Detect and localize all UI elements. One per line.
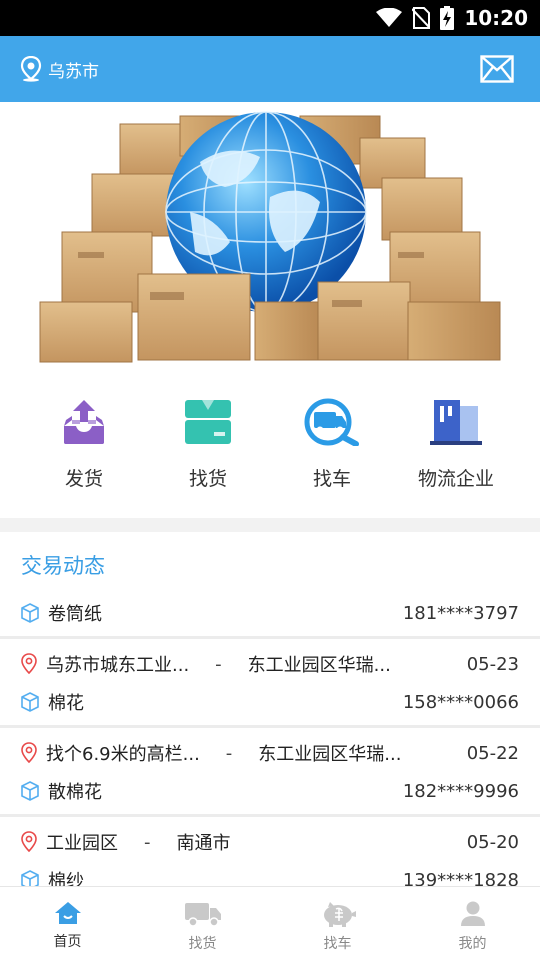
trade-goods-row[interactable]: 卷筒纸 181****3797 [0,594,540,632]
row-divider [0,725,540,728]
trade-goods-row[interactable]: 散棉花 182****9996 [0,772,540,810]
tab-profile[interactable]: 我的 [405,887,540,960]
tab-profile-label: 我的 [458,936,487,952]
map-pin-icon [21,653,37,675]
route-origin: 乌苏市城东工业... [46,655,190,676]
piggy-bank-icon [323,902,356,927]
row-divider [0,636,540,639]
tab-find-goods-label: 找货 [188,936,217,952]
tab-home-label: 首页 [53,934,82,950]
cube-icon [21,781,39,801]
route-destination: 东工业园区华瑞... [258,744,402,765]
contact-phone: 158****0066 [402,691,519,713]
route-separator: - [144,831,151,853]
map-pin-icon [21,742,37,764]
package-icon [185,400,231,444]
wifi-icon [376,8,403,27]
route-destination: 南通市 [176,833,231,854]
location-label: 乌苏市 [48,61,99,82]
goods-name: 棉纱 [48,871,84,886]
goods-name: 棉花 [48,693,84,714]
mail-icon[interactable] [480,55,514,83]
status-bar: 10:20 [0,0,540,36]
contact-phone: 181****3797 [402,602,519,624]
route-origin: 找个6.9米的高栏... [46,744,200,765]
no-sim-icon [412,7,431,29]
menu-find-truck[interactable]: 找车 [270,370,394,518]
contact-phone: 139****1828 [402,869,519,887]
route-destination: 东工业园区华瑞... [247,655,391,676]
outbox-icon [64,400,104,444]
tab-find-goods[interactable]: 找货 [135,887,270,960]
user-icon [460,901,485,926]
menu-logistics-company[interactable]: 物流企业 [394,370,518,518]
home-icon [54,902,81,924]
cube-icon [21,870,39,886]
route-separator: - [225,742,233,764]
trade-route-row[interactable]: 工业园区 - 南通市 05-20 [0,823,540,861]
tab-find-truck[interactable]: 找车 [270,887,405,960]
menu-find-truck-label: 找车 [312,468,351,490]
cube-icon [21,603,39,623]
location-selector[interactable]: 乌苏市 [20,56,99,82]
menu-ship-label: 发货 [64,468,103,490]
banner-image[interactable] [0,102,540,370]
bottom-tab-bar: 首页 找货 找车 我的 [0,886,540,960]
tab-find-truck-label: 找车 [323,936,352,952]
trade-goods-row[interactable]: 棉纱 139****1828 [0,861,540,886]
quick-menu: 发货 找货 找车 物流企业 [0,370,540,518]
route-separator: - [215,653,222,675]
app-header: 乌苏市 [0,36,540,102]
trade-date: 05-23 [466,653,519,675]
contact-phone: 182****9996 [402,780,519,802]
map-pin-icon [21,831,37,853]
location-pin-icon [20,56,42,82]
trade-goods-row[interactable]: 棉花 158****0066 [0,683,540,721]
trade-route-row[interactable]: 乌苏市城东工业... - 东工业园区华瑞... 05-23 [0,645,540,683]
goods-name: 卷筒纸 [48,604,102,625]
menu-find-goods[interactable]: 找货 [146,370,270,518]
trade-route-row[interactable]: 找个6.9米的高栏... - 东工业园区华瑞... 05-22 [0,734,540,772]
goods-name: 散棉花 [48,782,102,803]
menu-ship[interactable]: 发货 [22,370,146,518]
tab-home[interactable]: 首页 [0,887,135,960]
route-origin: 工业园区 [46,833,118,854]
row-divider [0,814,540,817]
clock: 10:20 [464,6,528,30]
battery-charging-icon [440,6,455,30]
truck-search-icon [304,398,359,446]
cube-icon [21,692,39,712]
trade-date: 05-20 [466,831,519,853]
truck-icon [184,903,221,927]
globe-boxes-illustration [39,111,501,363]
building-icon [430,400,482,445]
trade-feed: 交易动态 卷筒纸 181****3797 乌苏市城东工业... - 东工业园区华… [0,532,540,886]
section-title: 交易动态 [21,554,105,578]
menu-logistics-company-label: 物流企业 [417,468,494,490]
trade-date: 05-22 [466,742,519,764]
menu-find-goods-label: 找货 [188,468,227,490]
